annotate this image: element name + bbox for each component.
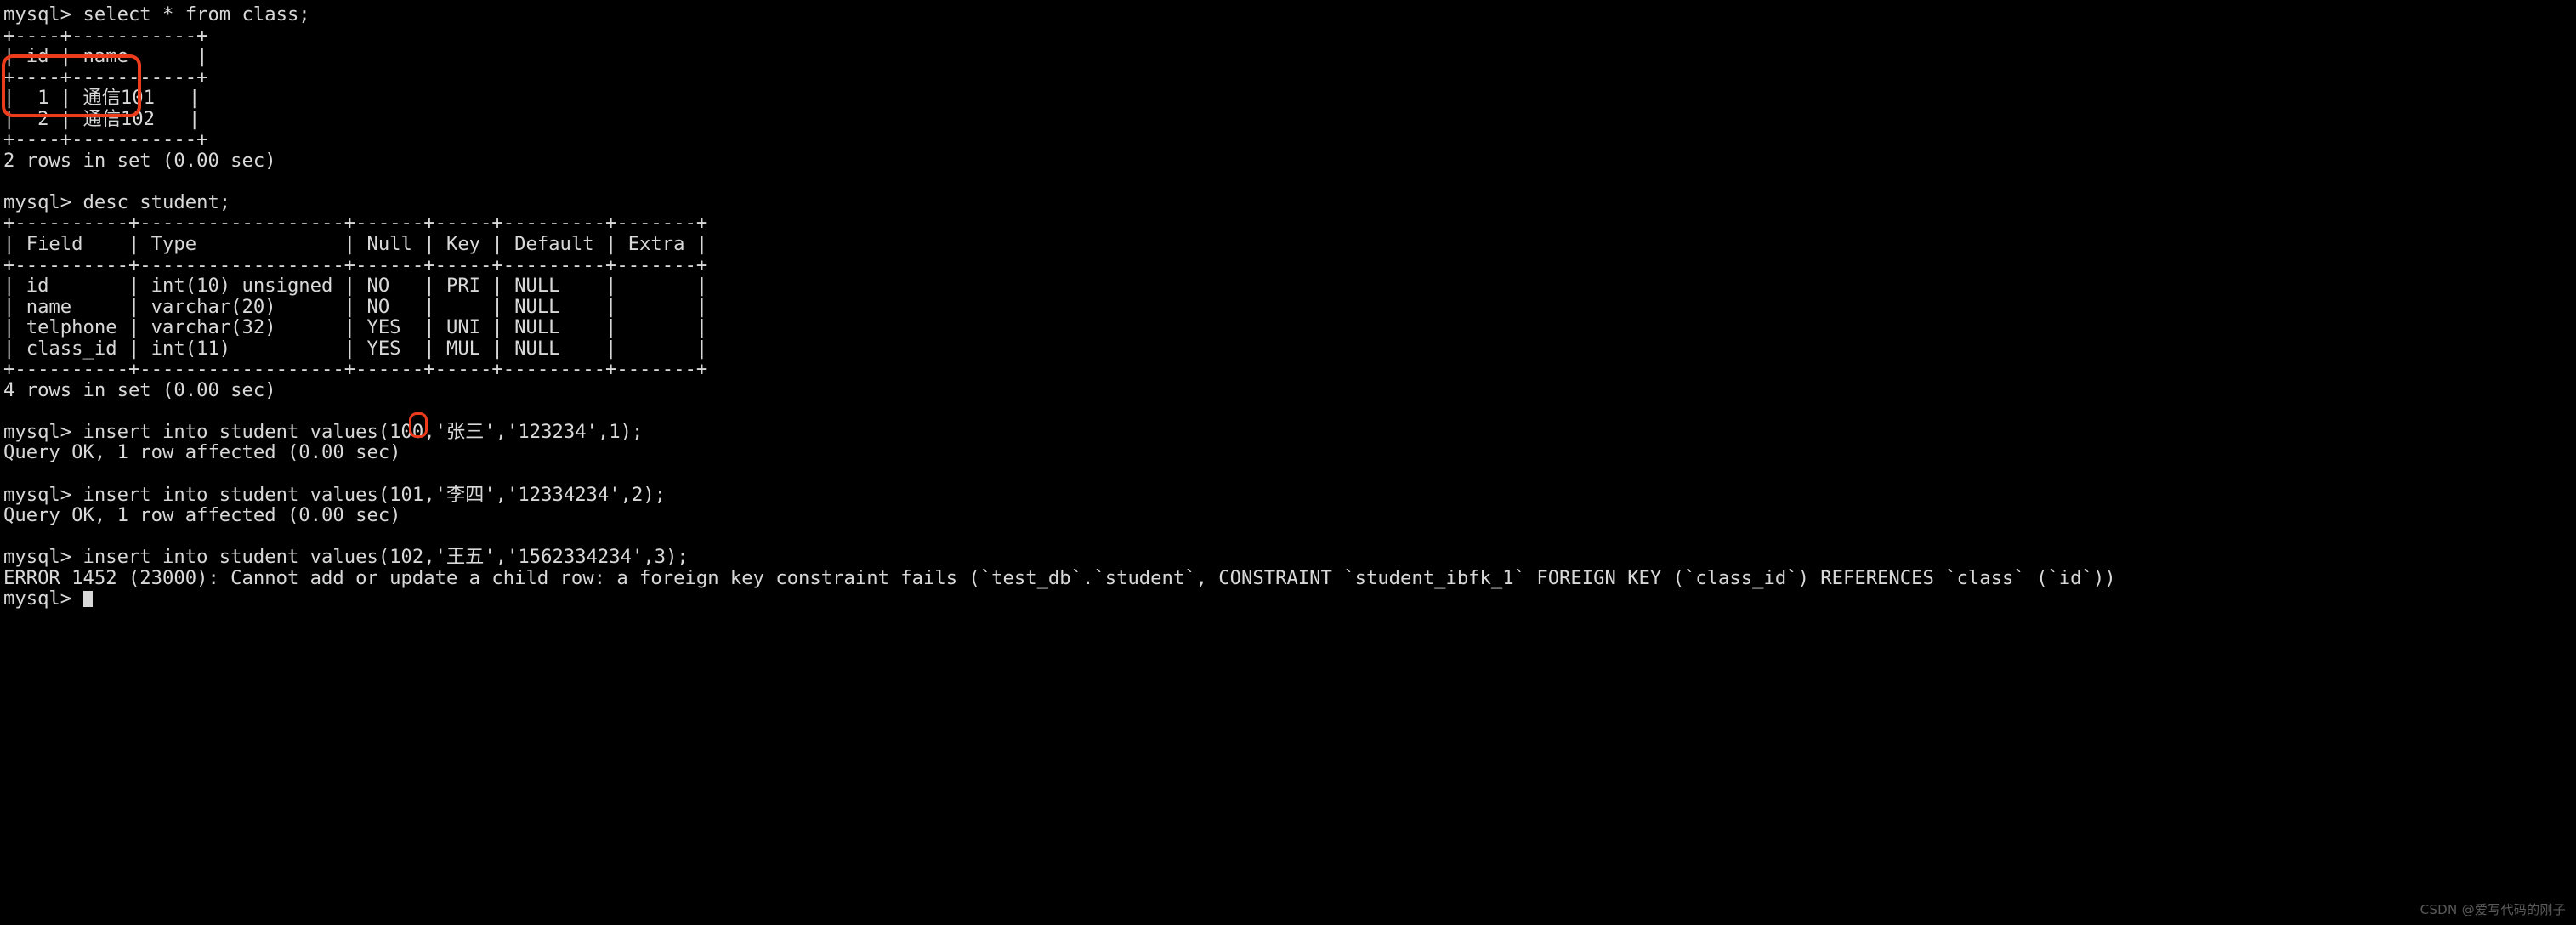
terminal-line: ERROR 1452 (23000): Cannot add or update…: [3, 566, 2116, 589]
terminal-line: 2 rows in set (0.00 sec): [3, 149, 276, 172]
terminal-line: +----------+------------------+------+--…: [3, 212, 708, 235]
terminal-line: +----+-----------+: [3, 128, 208, 151]
watermark: CSDN @爱写代码的刚子: [2420, 902, 2566, 917]
terminal-line: | Field | Type | Null | Key | Default | …: [3, 233, 708, 256]
terminal-line: | 2 | 通信102 |: [3, 107, 201, 130]
terminal-line: | name | varchar(20) | NO | | NULL | |: [3, 295, 708, 318]
terminal-line: | telphone | varchar(32) | YES | UNI | N…: [3, 316, 708, 339]
terminal-prompt-line[interactable]: mysql>: [3, 588, 2576, 610]
terminal-line: | class_id | int(11) | YES | MUL | NULL …: [3, 337, 708, 360]
terminal-line: Query OK, 1 row affected (0.00 sec): [3, 504, 401, 527]
terminal-line: | id | name |: [3, 45, 208, 68]
terminal-line: 4 rows in set (0.00 sec): [3, 378, 276, 401]
terminal-line: +----+-----------+: [3, 24, 208, 47]
terminal-line: mysql> insert into student values(102,'王…: [3, 546, 689, 569]
terminal-line: mysql> insert into student values(100,'张…: [3, 420, 644, 443]
terminal-line: mysql> select * from class;: [3, 3, 310, 26]
terminal-line: | 1 | 通信101 |: [3, 87, 201, 110]
terminal-window[interactable]: mysql> select * from class; +----+------…: [0, 0, 2576, 925]
prompt-text: mysql>: [3, 587, 83, 610]
terminal-line: mysql> desc student;: [3, 190, 231, 213]
terminal-output: mysql> select * from class; +----+------…: [3, 4, 2576, 610]
terminal-line: +----------+------------------+------+--…: [3, 358, 708, 381]
terminal-line: Query OK, 1 row affected (0.00 sec): [3, 441, 401, 464]
terminal-line: | id | int(10) unsigned | NO | PRI | NUL…: [3, 275, 708, 298]
text-cursor: [82, 591, 93, 608]
terminal-line: +----+-----------+: [3, 65, 208, 88]
terminal-line: mysql> insert into student values(101,'李…: [3, 483, 667, 506]
terminal-line: +----------+------------------+------+--…: [3, 253, 708, 276]
